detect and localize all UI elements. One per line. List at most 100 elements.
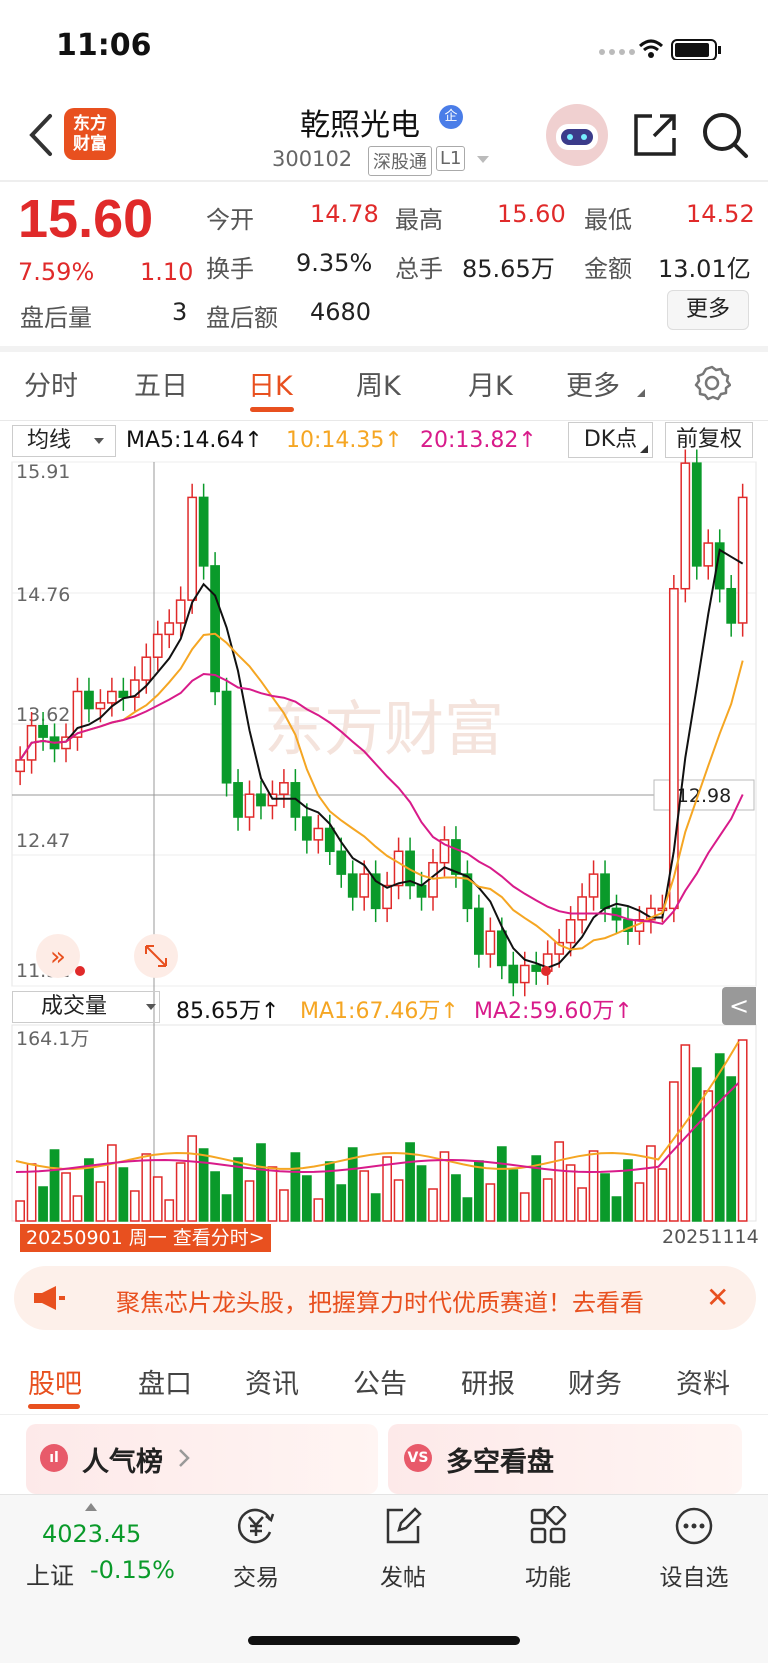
view-intraday-link[interactable]: 20250901 周一 查看分时> <box>20 1224 271 1252</box>
candle-body <box>301 816 312 841</box>
banner-text: 聚焦芯片龙头股，把握算力时代优质赛道！去看看 <box>116 1289 644 1315</box>
volume-bar <box>565 1164 576 1222</box>
nav-post[interactable]: 发帖 <box>353 1506 453 1592</box>
volume-bar <box>244 1180 255 1222</box>
candle-body <box>577 896 587 921</box>
tab-order-book[interactable]: 盘口 <box>138 1362 192 1401</box>
candle-body <box>244 793 255 818</box>
tab-research[interactable]: 研报 <box>461 1362 515 1401</box>
chart-icon: ıl <box>40 1444 68 1472</box>
volume-bar <box>439 1151 450 1222</box>
price-axis-label: 14.76 <box>16 584 70 606</box>
volume-bar <box>38 1186 48 1222</box>
candle-body <box>600 873 610 910</box>
index-name: 上证 <box>26 1562 74 1590</box>
tab-profile[interactable]: 资料 <box>676 1362 730 1401</box>
volume-bar <box>451 1174 461 1222</box>
volume-bar <box>15 1200 26 1222</box>
volume-bar <box>428 1188 438 1222</box>
popularity-card[interactable]: ıl 人气榜 <box>26 1424 378 1494</box>
tab-forum[interactable]: 股吧 <box>28 1362 82 1401</box>
candle-body <box>210 565 220 693</box>
volume-bar <box>554 1141 565 1222</box>
caret-up-icon <box>85 1503 97 1511</box>
candle-body <box>485 930 496 955</box>
candle-body <box>95 702 106 710</box>
index-value[interactable]: 4023.45 <box>42 1520 141 1548</box>
candle-body <box>164 622 175 636</box>
candle-body <box>256 793 266 807</box>
volume-bar <box>588 1150 599 1222</box>
candle-body <box>279 782 289 795</box>
more-dots-icon <box>675 1507 713 1545</box>
sub-indicator-select[interactable]: 成交量 <box>12 991 160 1023</box>
volume-bar <box>370 1193 381 1222</box>
volume-bar <box>221 1194 232 1222</box>
volume-bar <box>152 1176 163 1222</box>
volume-bar <box>474 1160 484 1222</box>
volume-bar <box>267 1166 278 1222</box>
volume-bar <box>382 1156 393 1222</box>
tab-news[interactable]: 资讯 <box>245 1362 299 1401</box>
candle-body <box>313 827 324 841</box>
volume-bar <box>600 1173 610 1222</box>
volume-bar <box>485 1183 496 1222</box>
volume-bar <box>164 1199 175 1222</box>
candle-body <box>703 542 714 567</box>
candle-body <box>84 690 94 710</box>
volume-bar <box>714 1053 725 1222</box>
volume-bar <box>359 1170 370 1222</box>
ma-line <box>19 632 744 951</box>
sub-indicator-select-label: 成交量 <box>41 994 108 1019</box>
nav-functions[interactable]: 功能 <box>498 1504 598 1592</box>
candle-body <box>726 587 737 624</box>
candle-body <box>393 850 404 887</box>
candle-body <box>668 587 679 910</box>
candle-body <box>267 793 278 807</box>
volume-bar <box>141 1153 152 1222</box>
tab-finance[interactable]: 财务 <box>568 1362 622 1401</box>
megaphone-icon <box>34 1286 65 1310</box>
end-date: 20251114 <box>662 1226 759 1248</box>
candle-body <box>175 599 186 624</box>
index-change: -0.15% <box>90 1556 175 1584</box>
dropdown-caret-icon <box>146 1004 156 1010</box>
candle-body <box>324 827 335 853</box>
close-icon[interactable]: ✕ <box>706 1281 729 1314</box>
nav-trade[interactable]: 交易 <box>206 1506 306 1592</box>
candle-body <box>691 462 702 567</box>
volume-bar <box>496 1146 507 1222</box>
volume-bar <box>577 1187 587 1222</box>
volume-bar <box>256 1143 266 1222</box>
price-axis-label: 12.47 <box>16 830 70 852</box>
candle-body <box>531 964 542 972</box>
volume-ma1-line <box>15 1041 740 1171</box>
price-axis-label: 15.91 <box>16 461 70 483</box>
grid-icon <box>530 1504 567 1544</box>
candle-body <box>416 884 427 898</box>
collapse-panel-button[interactable]: < <box>722 987 756 1025</box>
candle-body <box>118 690 129 698</box>
volume-bar <box>198 1148 209 1222</box>
candle-body <box>107 690 117 704</box>
volume-bar <box>416 1165 427 1222</box>
candle-body <box>15 759 26 773</box>
tab-announcements[interactable]: 公告 <box>353 1362 407 1401</box>
volume-bar <box>175 1162 186 1222</box>
volume-bar <box>519 1192 530 1222</box>
yuan-icon <box>238 1508 275 1544</box>
nav-watchlist[interactable]: 设自选 <box>644 1506 744 1592</box>
volume-bar <box>72 1195 83 1222</box>
nav-trade-label: 交易 <box>233 1565 279 1591</box>
bull-bear-label: 多空看盘 <box>446 1447 554 1478</box>
volume-bar <box>508 1169 519 1222</box>
candle-body <box>680 462 691 590</box>
candle-body <box>221 690 232 784</box>
volume-bar <box>61 1172 71 1222</box>
volume-bar <box>542 1178 553 1222</box>
bull-bear-card[interactable]: VS 多空看盘 <box>388 1424 742 1494</box>
volume-bar <box>107 1144 117 1222</box>
volume-bar <box>279 1189 289 1222</box>
active-tab-indicator <box>28 1404 80 1409</box>
double-chevron-icon: » <box>50 942 66 972</box>
